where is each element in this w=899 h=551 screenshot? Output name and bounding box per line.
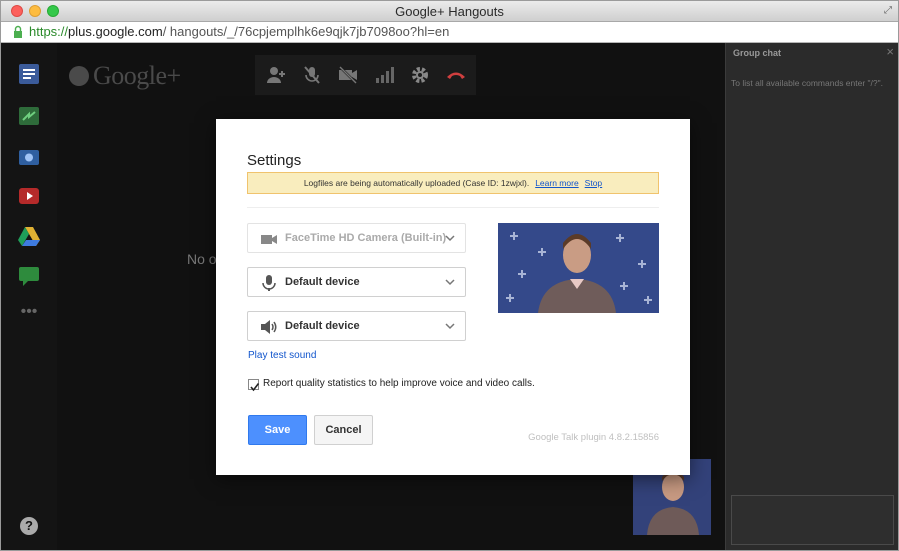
speaker-select-label: Default device bbox=[285, 320, 360, 332]
window-title: Google+ Hangouts bbox=[395, 4, 504, 19]
chat-input[interactable] bbox=[731, 495, 894, 545]
camera-preview bbox=[498, 223, 659, 313]
url-text[interactable]: https://plus.google.com/ hangouts/_/76cp… bbox=[29, 24, 449, 39]
url-scheme: https:// bbox=[29, 24, 69, 39]
dialog-title: Settings bbox=[247, 152, 302, 169]
stop-link[interactable]: Stop bbox=[585, 178, 603, 188]
speaker-icon bbox=[261, 320, 277, 334]
more-icon[interactable]: ••• bbox=[17, 304, 41, 329]
learn-more-link[interactable]: Learn more bbox=[535, 178, 578, 188]
video-camera-icon bbox=[261, 235, 277, 244]
chevron-down-icon bbox=[445, 235, 455, 242]
log-upload-notice: Logfiles are being automatically uploade… bbox=[247, 172, 659, 194]
hang-up-icon[interactable] bbox=[445, 65, 467, 85]
group-chat-title: Group chat bbox=[733, 48, 782, 58]
microphone-icon bbox=[262, 275, 276, 291]
report-stats-checkbox[interactable] bbox=[248, 379, 260, 392]
divider bbox=[247, 207, 659, 208]
no-others-message: No o bbox=[187, 251, 217, 267]
chat-icon[interactable] bbox=[17, 265, 41, 287]
play-test-sound-link[interactable]: Play test sound bbox=[248, 350, 316, 361]
close-chat-icon[interactable]: × bbox=[886, 44, 894, 59]
microphone-select-label: Default device bbox=[285, 276, 360, 288]
camera-preview-image bbox=[498, 223, 659, 313]
title-bar: Google+ Hangouts ⤢ bbox=[1, 1, 898, 22]
left-sidebar: ••• ? bbox=[1, 43, 57, 550]
cancel-button[interactable]: Cancel bbox=[314, 415, 373, 445]
camera-select-label: FaceTime HD Camera (Built-in) bbox=[285, 232, 447, 244]
youtube-icon[interactable] bbox=[17, 185, 41, 207]
chevron-down-icon bbox=[445, 323, 455, 330]
hangouts-icon[interactable] bbox=[17, 63, 41, 85]
camera-select[interactable]: FaceTime HD Camera (Built-in) bbox=[247, 223, 466, 253]
url-host: plus.google.com bbox=[68, 24, 163, 39]
invite-people-icon[interactable] bbox=[265, 65, 287, 85]
speaker-select[interactable]: Default device bbox=[247, 311, 466, 341]
address-bar[interactable]: https://plus.google.com/ hangouts/_/76cp… bbox=[1, 22, 898, 43]
checkmark-icon bbox=[250, 383, 260, 392]
lock-icon bbox=[14, 25, 22, 38]
browser-window: Google+ Hangouts ⤢ https://plus.google.c… bbox=[0, 0, 899, 551]
chevron-down-icon bbox=[445, 279, 455, 286]
camera-off-icon[interactable] bbox=[337, 65, 359, 85]
share-icon[interactable] bbox=[17, 105, 41, 127]
save-button[interactable]: Save bbox=[248, 415, 307, 445]
group-chat-panel: Group chat × To list all available comma… bbox=[725, 43, 898, 550]
drive-icon[interactable] bbox=[17, 225, 41, 247]
url-path: / hangouts/_/76cpjemplhk6e9qjk7jb7098oo?… bbox=[162, 24, 450, 39]
mute-mic-icon[interactable] bbox=[301, 65, 323, 85]
fullscreen-icon[interactable]: ⤢ bbox=[884, 5, 892, 16]
chat-hint: To list all available commands enter "/?… bbox=[731, 78, 884, 88]
notice-text: Logfiles are being automatically uploade… bbox=[303, 178, 530, 188]
plugin-version: Google Talk plugin 4.8.2.15856 bbox=[528, 432, 659, 443]
help-icon[interactable]: ? bbox=[20, 517, 38, 535]
bandwidth-icon[interactable] bbox=[373, 65, 395, 85]
logo-text: Google+ bbox=[93, 61, 181, 90]
settings-dialog: Settings Logfiles are being automaticall… bbox=[216, 119, 690, 475]
settings-gear-icon[interactable] bbox=[409, 65, 431, 85]
hangout-toolbar bbox=[255, 55, 476, 95]
report-stats-label: Report quality statistics to help improv… bbox=[263, 378, 535, 389]
google-plus-logo: Google+ bbox=[69, 61, 181, 91]
microphone-select[interactable]: Default device bbox=[247, 267, 466, 297]
camera-icon[interactable] bbox=[17, 145, 41, 167]
